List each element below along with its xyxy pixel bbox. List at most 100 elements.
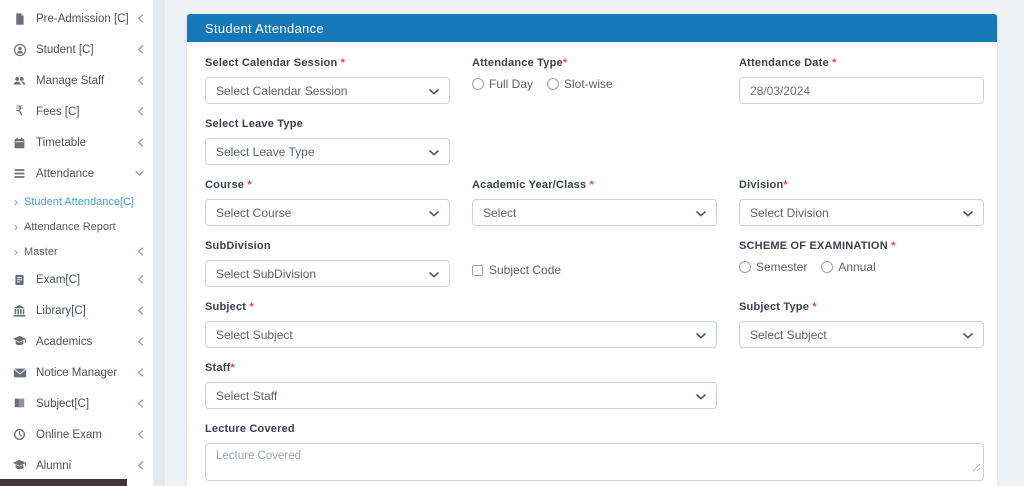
sidebar-item-label: Notice Manager bbox=[36, 366, 118, 379]
field-attendance-date: Attendance Date * bbox=[739, 57, 984, 104]
sidebar-item-label: Manage Staff bbox=[36, 74, 105, 87]
sidebar-item-academics[interactable]: Academics bbox=[0, 326, 153, 357]
lecture-covered-textarea[interactable] bbox=[205, 443, 984, 481]
field-course: Course * Select Course bbox=[205, 179, 450, 226]
required-asterisk: * bbox=[589, 179, 595, 191]
chevron-left-icon bbox=[137, 430, 144, 439]
chevron-left-icon bbox=[137, 306, 144, 315]
sub-arrow-icon: › bbox=[14, 244, 18, 259]
panel-header: Student Attendance bbox=[187, 14, 997, 42]
chevron-down-icon bbox=[696, 328, 706, 342]
academic-year-select[interactable]: Select bbox=[472, 199, 717, 226]
sidebar-item-subject[interactable]: Subject[C] bbox=[0, 388, 153, 419]
resize-handle-icon[interactable] bbox=[972, 459, 981, 477]
sidebar-item-label: Fees [C] bbox=[36, 105, 80, 118]
semester-radio[interactable]: Semester bbox=[739, 260, 807, 274]
field-label: SubDivision bbox=[205, 240, 271, 252]
file-icon bbox=[11, 12, 28, 26]
required-asterisk: * bbox=[562, 57, 568, 69]
staff-icon bbox=[11, 74, 28, 88]
sidebar-item-online-exam[interactable]: Online Exam bbox=[0, 419, 153, 450]
sidebar-item-label: Online Exam bbox=[36, 428, 102, 441]
sidebar-subitem-attendance-report[interactable]: › Attendance Report bbox=[0, 214, 153, 239]
subject-code-checkbox[interactable]: Subject Code bbox=[472, 263, 717, 277]
sidebar-scrollbar[interactable] bbox=[153, 0, 165, 486]
calendar-icon bbox=[11, 136, 28, 150]
calendar-session-select[interactable]: Select Calendar Session bbox=[205, 77, 450, 104]
radio-icon bbox=[739, 261, 751, 273]
sidebar-subitem-label: Master bbox=[24, 245, 58, 258]
field-label: Staff* bbox=[205, 362, 235, 374]
sidebar-item-library[interactable]: Library[C] bbox=[0, 295, 153, 326]
field-lecture-covered: Lecture Covered bbox=[205, 423, 984, 481]
sidebar-item-student[interactable]: Student [C] bbox=[0, 34, 153, 65]
sidebar-subitem-student-attendance[interactable]: › Student Attendance[C] bbox=[0, 189, 153, 214]
sub-arrow-icon: › bbox=[14, 194, 18, 209]
field-subject-type: Subject Type * Select Subject bbox=[739, 301, 984, 348]
field-label: SCHEME OF EXAMINATION * bbox=[739, 240, 896, 252]
sidebar-item-label: Library[C] bbox=[36, 304, 86, 317]
sidebar-item-label: Pre-Admission [C] bbox=[36, 12, 129, 25]
chevron-down-icon bbox=[135, 170, 144, 177]
sidebar-item-label: Subject[C] bbox=[36, 397, 90, 410]
field-leave-type: Select Leave Type Select Leave Type bbox=[205, 118, 450, 165]
required-asterisk: * bbox=[832, 57, 837, 69]
leave-type-select[interactable]: Select Leave Type bbox=[205, 138, 450, 165]
sidebar-item-exam[interactable]: Exam[C] bbox=[0, 264, 153, 295]
annual-radio[interactable]: Annual bbox=[821, 260, 876, 274]
sidebar-item-label: Academics bbox=[36, 335, 93, 348]
full-day-radio[interactable]: Full Day bbox=[472, 77, 533, 91]
sidebar-item-pre-admission[interactable]: Pre-Admission [C] bbox=[0, 3, 153, 34]
division-select[interactable]: Select Division bbox=[739, 199, 984, 226]
sub-arrow-icon: › bbox=[14, 219, 18, 234]
sidebar-item-attendance[interactable]: Attendance bbox=[0, 158, 153, 189]
required-asterisk: * bbox=[247, 179, 252, 191]
subdivision-select[interactable]: Select SubDivision bbox=[205, 260, 450, 287]
field-division: Division* Select Division bbox=[739, 179, 984, 226]
book-icon bbox=[11, 397, 28, 410]
slot-wise-radio[interactable]: Slot-wise bbox=[547, 77, 613, 91]
field-attendance-type: Attendance Type* Full Day Slot-wise bbox=[472, 57, 717, 104]
field-academic-year: Academic Year/Class * Select bbox=[472, 179, 717, 226]
chevron-down-icon bbox=[429, 84, 439, 98]
sidebar-item-fees[interactable]: ₹ Fees [C] bbox=[0, 96, 153, 127]
field-label: Academic Year/Class * bbox=[472, 179, 595, 191]
required-asterisk: * bbox=[230, 362, 235, 374]
page-title: Student Attendance bbox=[205, 20, 324, 36]
chevron-left-icon bbox=[137, 461, 144, 470]
field-label: Course * bbox=[205, 179, 252, 191]
field-subdivision: SubDivision Select SubDivision bbox=[205, 240, 450, 287]
sidebar-subitem-label: Student Attendance[C] bbox=[24, 195, 135, 208]
chevron-down-icon bbox=[429, 145, 439, 159]
chevron-left-icon bbox=[137, 14, 144, 23]
required-asterisk: * bbox=[340, 57, 346, 69]
chevron-down-icon bbox=[963, 328, 973, 342]
attendance-date-input[interactable] bbox=[739, 77, 984, 104]
sidebar-item-notice-manager[interactable]: Notice Manager bbox=[0, 357, 153, 388]
sidebar-subitem-label: Attendance Report bbox=[24, 220, 116, 233]
subject-type-select[interactable]: Select Subject bbox=[739, 321, 984, 348]
bottom-dark-bar bbox=[0, 479, 127, 486]
graduation-cap-icon bbox=[11, 335, 28, 348]
field-subject-code: Subject Code bbox=[472, 240, 717, 287]
sidebar-item-timetable[interactable]: Timetable bbox=[0, 127, 153, 158]
graduation-cap-icon bbox=[11, 459, 28, 472]
sidebar-item-manage-staff[interactable]: Manage Staff bbox=[0, 65, 153, 96]
student-icon bbox=[11, 43, 28, 57]
required-asterisk: * bbox=[812, 301, 817, 313]
sidebar-subitem-master[interactable]: › Master bbox=[0, 239, 153, 264]
sidebar-item-label: Attendance bbox=[36, 167, 95, 180]
staff-select[interactable]: Select Staff bbox=[205, 382, 717, 409]
field-label: Lecture Covered bbox=[205, 423, 295, 435]
required-asterisk: * bbox=[891, 240, 896, 252]
field-scheme: SCHEME OF EXAMINATION * Semester Annual bbox=[739, 240, 984, 287]
sidebar-item-alumni[interactable]: Alumni bbox=[0, 450, 153, 481]
field-label: Attendance Type* bbox=[472, 57, 568, 69]
chevron-down-icon bbox=[429, 206, 439, 220]
chevron-down-icon bbox=[696, 206, 706, 220]
subject-select[interactable]: Select Subject bbox=[205, 321, 717, 348]
course-select[interactable]: Select Course bbox=[205, 199, 450, 226]
student-attendance-panel: Student Attendance Select Calendar Sessi… bbox=[187, 14, 997, 486]
sidebar-item-label: Timetable bbox=[36, 136, 87, 149]
